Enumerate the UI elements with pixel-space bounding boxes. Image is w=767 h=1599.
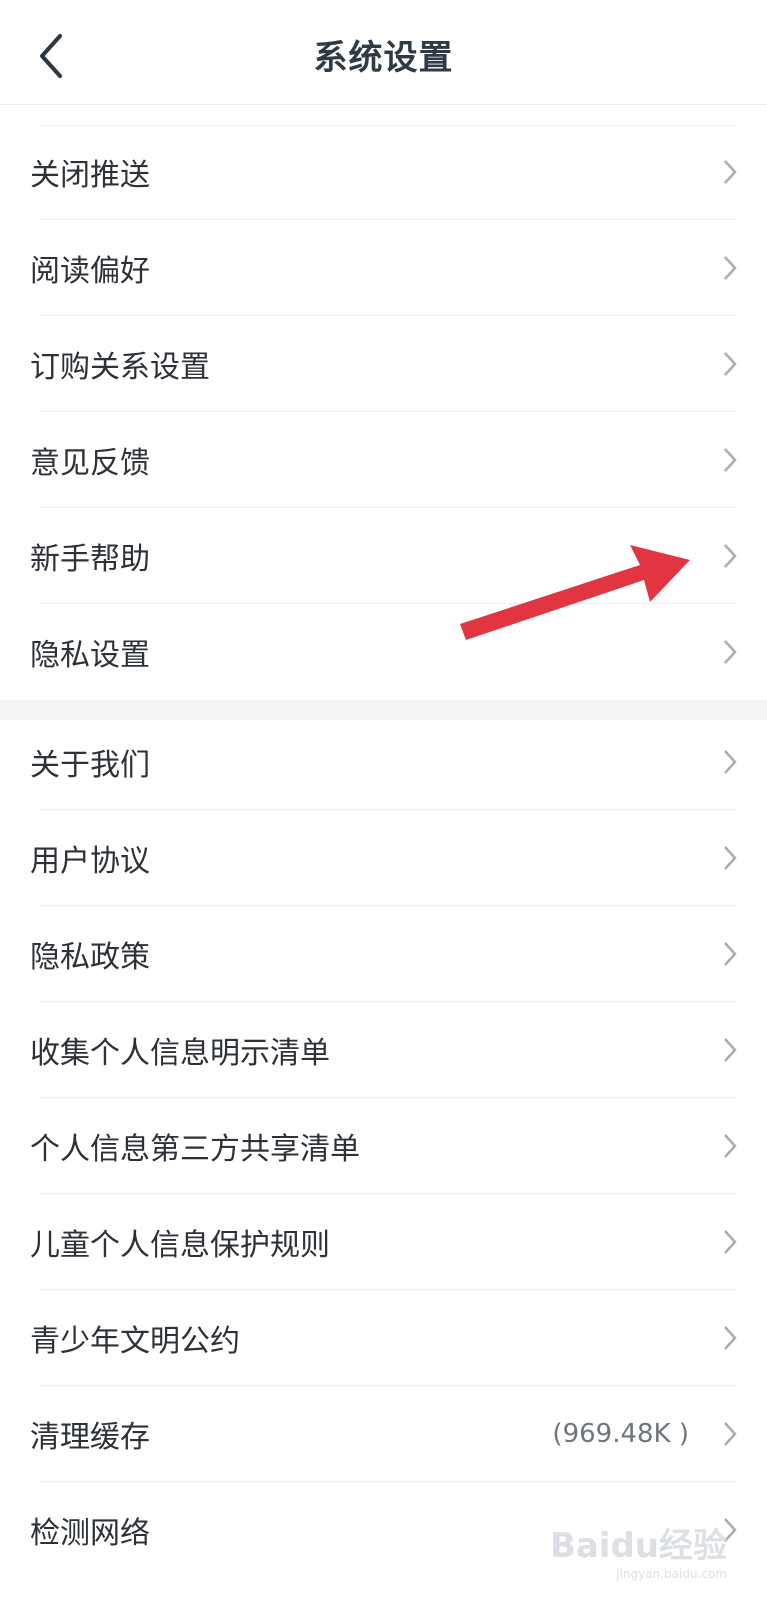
chevron-right-icon [724,1326,737,1350]
chevron-right-icon [724,1134,737,1158]
settings-item-reading-preference[interactable]: 阅读偏好 [0,220,767,316]
settings-item-third-party-sharing-list[interactable]: 个人信息第三方共享清单 [0,1098,767,1194]
settings-item-label: 隐私设置 [30,638,150,673]
chevron-right-icon [724,1422,737,1446]
settings-item-label: 订购关系设置 [30,350,210,385]
settings-group-2: 关于我们 用户协议 隐私政策 收集个人信息明示清单 个人信息第三方共享清单 儿童… [0,714,767,1578]
settings-item-label: 青少年文明公约 [30,1324,240,1359]
chevron-right-icon [724,352,737,376]
settings-item-label: 儿童个人信息保护规则 [30,1228,330,1263]
settings-item-youth-convention[interactable]: 青少年文明公约 [0,1290,767,1386]
settings-item-info-collection-list[interactable]: 收集个人信息明示清单 [0,1002,767,1098]
watermark-text: Baidu经验 [549,1526,727,1566]
settings-item-privacy-policy[interactable]: 隐私政策 [0,906,767,1002]
header-bar: 系统设置 [0,0,767,105]
settings-item-clear-cache[interactable]: 清理缓存 (969.48K ) [0,1386,767,1482]
chevron-right-icon [724,750,737,774]
chevron-right-icon [724,256,737,280]
settings-item-close-push[interactable]: 关闭推送 [0,124,767,220]
settings-item-label: 关于我们 [30,748,150,783]
settings-item-label: 用户协议 [30,844,150,879]
chevron-right-icon [724,846,737,870]
settings-item-label: 清理缓存 [30,1420,150,1455]
settings-item-feedback[interactable]: 意见反馈 [0,412,767,508]
settings-item-label: 阅读偏好 [30,254,150,289]
settings-item-children-protection[interactable]: 儿童个人信息保护规则 [0,1194,767,1290]
annotation-arrow-icon [460,545,690,640]
chevron-right-icon [724,640,737,664]
settings-item-label: 新手帮助 [30,542,150,577]
settings-item-label: 隐私政策 [30,940,150,975]
chevron-right-icon [724,544,737,568]
chevron-right-icon [724,1038,737,1062]
cache-size-value: (969.48K ) [552,1419,689,1449]
chevron-right-icon [724,942,737,966]
page-title: 系统设置 [313,38,454,78]
settings-item-user-agreement[interactable]: 用户协议 [0,810,767,906]
settings-item-subscription[interactable]: 订购关系设置 [0,316,767,412]
settings-item-label: 收集个人信息明示清单 [30,1036,330,1071]
chevron-right-icon [724,1230,737,1254]
settings-item-about-us[interactable]: 关于我们 [0,714,767,810]
watermark-logo: Baidu经验 jingyan.baidu.com [550,1518,727,1581]
settings-item-label: 个人信息第三方共享清单 [30,1132,360,1167]
settings-item-label: 关闭推送 [30,158,150,193]
settings-item-label: 意见反馈 [30,446,150,481]
chevron-right-icon [724,160,737,184]
watermark-subtext: jingyan.baidu.com [616,1567,727,1581]
settings-item-label: 检测网络 [30,1516,150,1551]
chevron-right-icon [724,448,737,472]
